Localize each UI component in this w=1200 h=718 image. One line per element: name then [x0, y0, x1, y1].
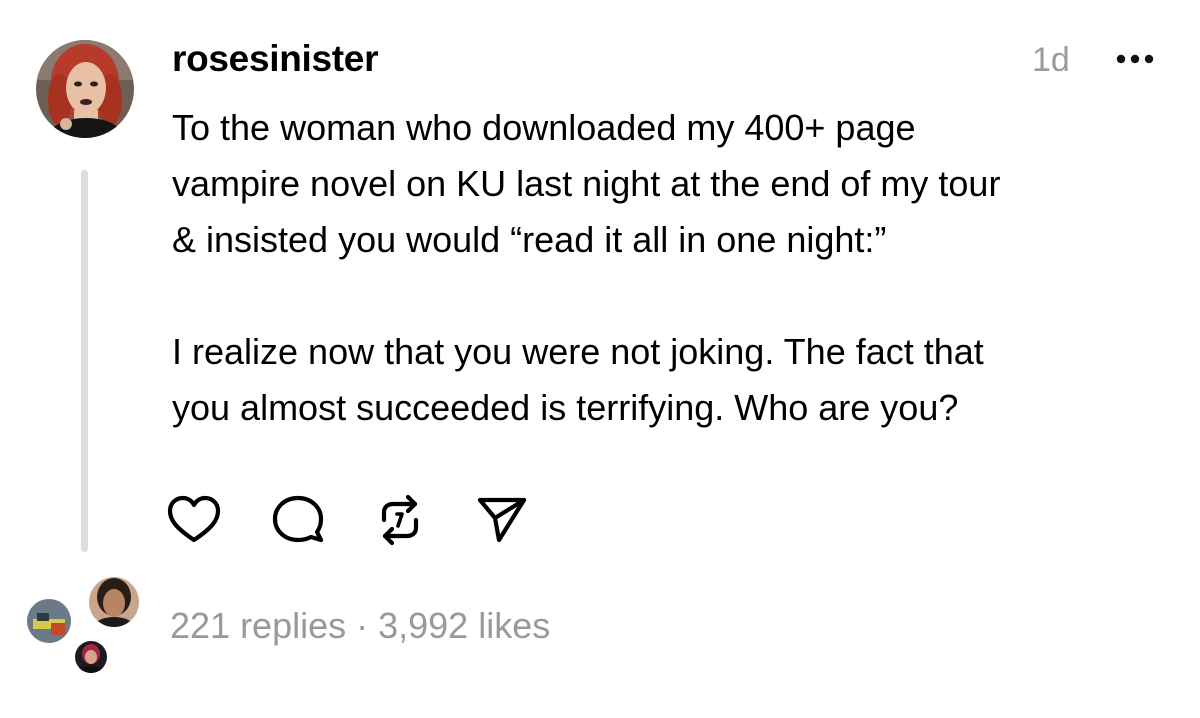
username[interactable]: rosesinister: [172, 36, 378, 82]
heart-icon[interactable]: [164, 490, 224, 550]
thread-post: rosesinister 1d To the woman who downloa…: [0, 0, 1200, 718]
post-body: To the woman who downloaded my 400+ page…: [172, 100, 1182, 436]
thread-line: [81, 170, 88, 552]
reply-avatar[interactable]: [24, 596, 74, 646]
comment-icon[interactable]: [268, 490, 328, 550]
send-icon[interactable]: [472, 490, 532, 550]
reply-avatar[interactable]: [72, 638, 110, 676]
repost-icon[interactable]: [370, 490, 430, 550]
more-horizontal-icon[interactable]: [1113, 44, 1157, 74]
post-timestamp: 1d: [1032, 41, 1070, 79]
avatar-photo: [36, 40, 134, 138]
post-stats[interactable]: 221 replies · 3,992 likes: [170, 603, 550, 649]
post-paragraph: To the woman who downloaded my 400+ page…: [172, 107, 1001, 260]
reply-avatar[interactable]: [86, 574, 142, 630]
user-avatar[interactable]: [36, 40, 134, 138]
post-paragraph: I realize now that you were not joking. …: [172, 331, 984, 428]
